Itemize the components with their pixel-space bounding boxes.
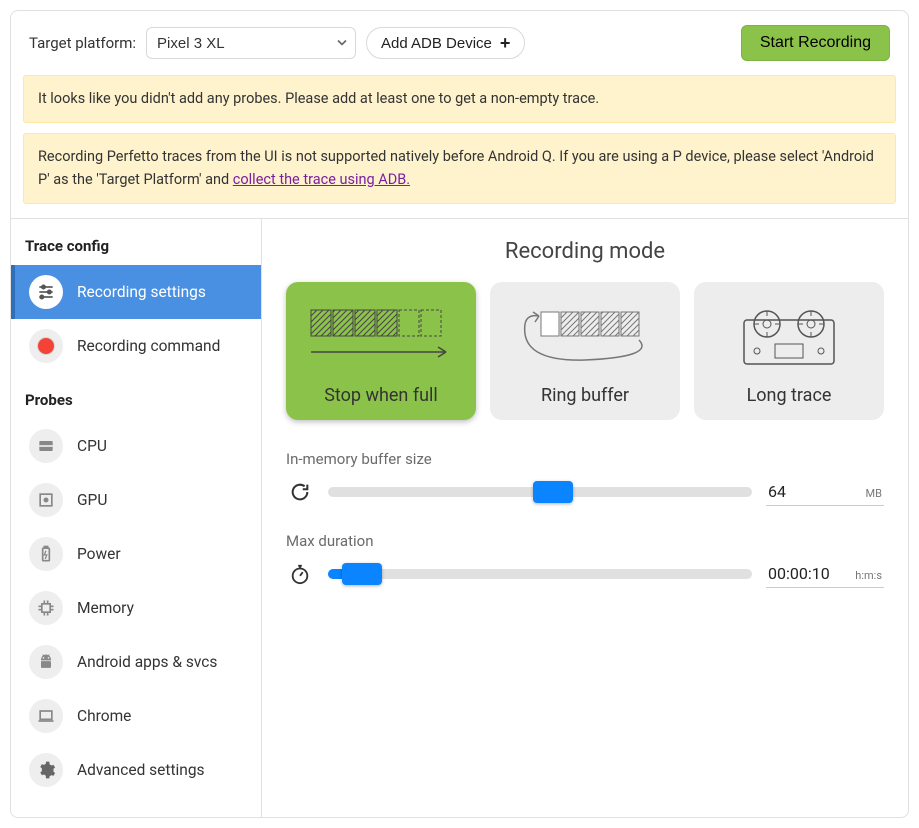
mode-label: Stop when full <box>324 385 438 406</box>
sidebar-item-memory[interactable]: Memory <box>11 581 261 635</box>
sidebar-item-android-apps[interactable]: Android apps & svcs <box>11 635 261 689</box>
legacy-warning-text: Recording Perfetto traces from the UI is… <box>38 148 874 187</box>
buffer-size-slider[interactable] <box>328 487 752 497</box>
cpu-icon <box>29 429 63 463</box>
buffer-size-row: 64 MB <box>286 478 884 506</box>
laptop-icon <box>29 699 63 733</box>
max-duration-value: 00:00:10 <box>768 564 830 583</box>
sidebar: Trace config Recording settings Recordin… <box>11 219 262 817</box>
gpu-icon <box>29 483 63 517</box>
max-duration-slider[interactable] <box>328 569 752 579</box>
mode-label: Long trace <box>747 385 832 406</box>
sidebar-item-label: Advanced settings <box>77 761 205 779</box>
buffer-size-unit: MB <box>866 487 882 500</box>
android-icon <box>29 645 63 679</box>
record-icon <box>29 329 63 363</box>
sidebar-item-label: GPU <box>77 491 107 509</box>
sidebar-item-gpu[interactable]: GPU <box>11 473 261 527</box>
add-adb-device-label: Add ADB Device <box>381 35 492 52</box>
max-duration-row: 00:00:10 h:m:s <box>286 560 884 588</box>
recording-mode-title: Recording mode <box>286 239 884 264</box>
buffer-size-value-field[interactable]: 64 MB <box>766 478 884 506</box>
sidebar-item-recording-command[interactable]: Recording command <box>11 319 261 373</box>
target-platform-select[interactable]: Pixel 3 XL <box>146 27 356 59</box>
reset-icon[interactable] <box>286 481 314 503</box>
max-duration-value-field[interactable]: 00:00:10 h:m:s <box>766 560 884 588</box>
mode-long-trace[interactable]: Long trace <box>694 282 884 420</box>
sliders-icon <box>29 275 63 309</box>
collect-trace-adb-link[interactable]: collect the trace using ADB. <box>233 171 410 188</box>
add-adb-device-button[interactable]: Add ADB Device + <box>366 27 525 59</box>
sidebar-item-label: Chrome <box>77 707 131 725</box>
body: Trace config Recording settings Recordin… <box>11 218 908 817</box>
gear-icon <box>29 753 63 787</box>
max-duration-unit: h:m:s <box>855 569 882 582</box>
sidebar-item-recording-settings[interactable]: Recording settings <box>11 265 261 319</box>
sidebar-item-label: Android apps & svcs <box>77 653 217 671</box>
start-recording-button[interactable]: Start Recording <box>741 25 890 61</box>
battery-icon <box>29 537 63 571</box>
target-platform-select-wrap: Pixel 3 XL <box>146 27 356 59</box>
max-duration-label: Max duration <box>286 532 884 550</box>
sidebar-item-advanced[interactable]: Advanced settings <box>11 743 261 797</box>
sidebar-heading-trace-config: Trace config <box>11 219 261 265</box>
stop-when-full-illustration <box>296 296 466 377</box>
sidebar-heading-probes: Probes <box>11 373 261 419</box>
memory-icon <box>29 591 63 625</box>
stopwatch-icon <box>286 563 314 585</box>
slider-thumb[interactable] <box>533 481 573 503</box>
recording-config-panel: Target platform: Pixel 3 XL Add ADB Devi… <box>10 10 909 818</box>
max-duration-group: Max duration 00:00:10 h:m:s <box>286 532 884 588</box>
sidebar-item-label: Recording settings <box>77 283 206 301</box>
sidebar-item-label: Power <box>77 545 121 563</box>
top-bar: Target platform: Pixel 3 XL Add ADB Devi… <box>11 11 908 75</box>
slider-thumb[interactable] <box>342 563 382 585</box>
banner-area: It looks like you didn't add any probes.… <box>11 75 908 218</box>
sidebar-item-label: Recording command <box>77 337 220 355</box>
sidebar-item-label: CPU <box>77 437 107 455</box>
plus-icon: + <box>500 34 511 52</box>
buffer-size-label: In-memory buffer size <box>286 450 884 468</box>
target-platform-label: Target platform: <box>29 34 136 52</box>
mode-stop-when-full[interactable]: Stop when full <box>286 282 476 420</box>
sidebar-item-chrome[interactable]: Chrome <box>11 689 261 743</box>
mode-ring-buffer[interactable]: Ring buffer <box>490 282 680 420</box>
recording-mode-cards: Stop when full <box>286 282 884 420</box>
ring-buffer-illustration <box>500 296 670 377</box>
sidebar-item-power[interactable]: Power <box>11 527 261 581</box>
no-probes-warning-banner: It looks like you didn't add any probes.… <box>23 75 896 123</box>
sidebar-item-label: Memory <box>77 599 134 617</box>
mode-label: Ring buffer <box>541 385 629 406</box>
buffer-size-value: 64 <box>768 482 786 501</box>
sidebar-item-cpu[interactable]: CPU <box>11 419 261 473</box>
long-trace-illustration <box>704 296 874 377</box>
legacy-android-warning-banner: Recording Perfetto traces from the UI is… <box>23 133 896 204</box>
buffer-size-group: In-memory buffer size 64 MB <box>286 450 884 506</box>
main-pane: Recording mode <box>262 219 908 817</box>
